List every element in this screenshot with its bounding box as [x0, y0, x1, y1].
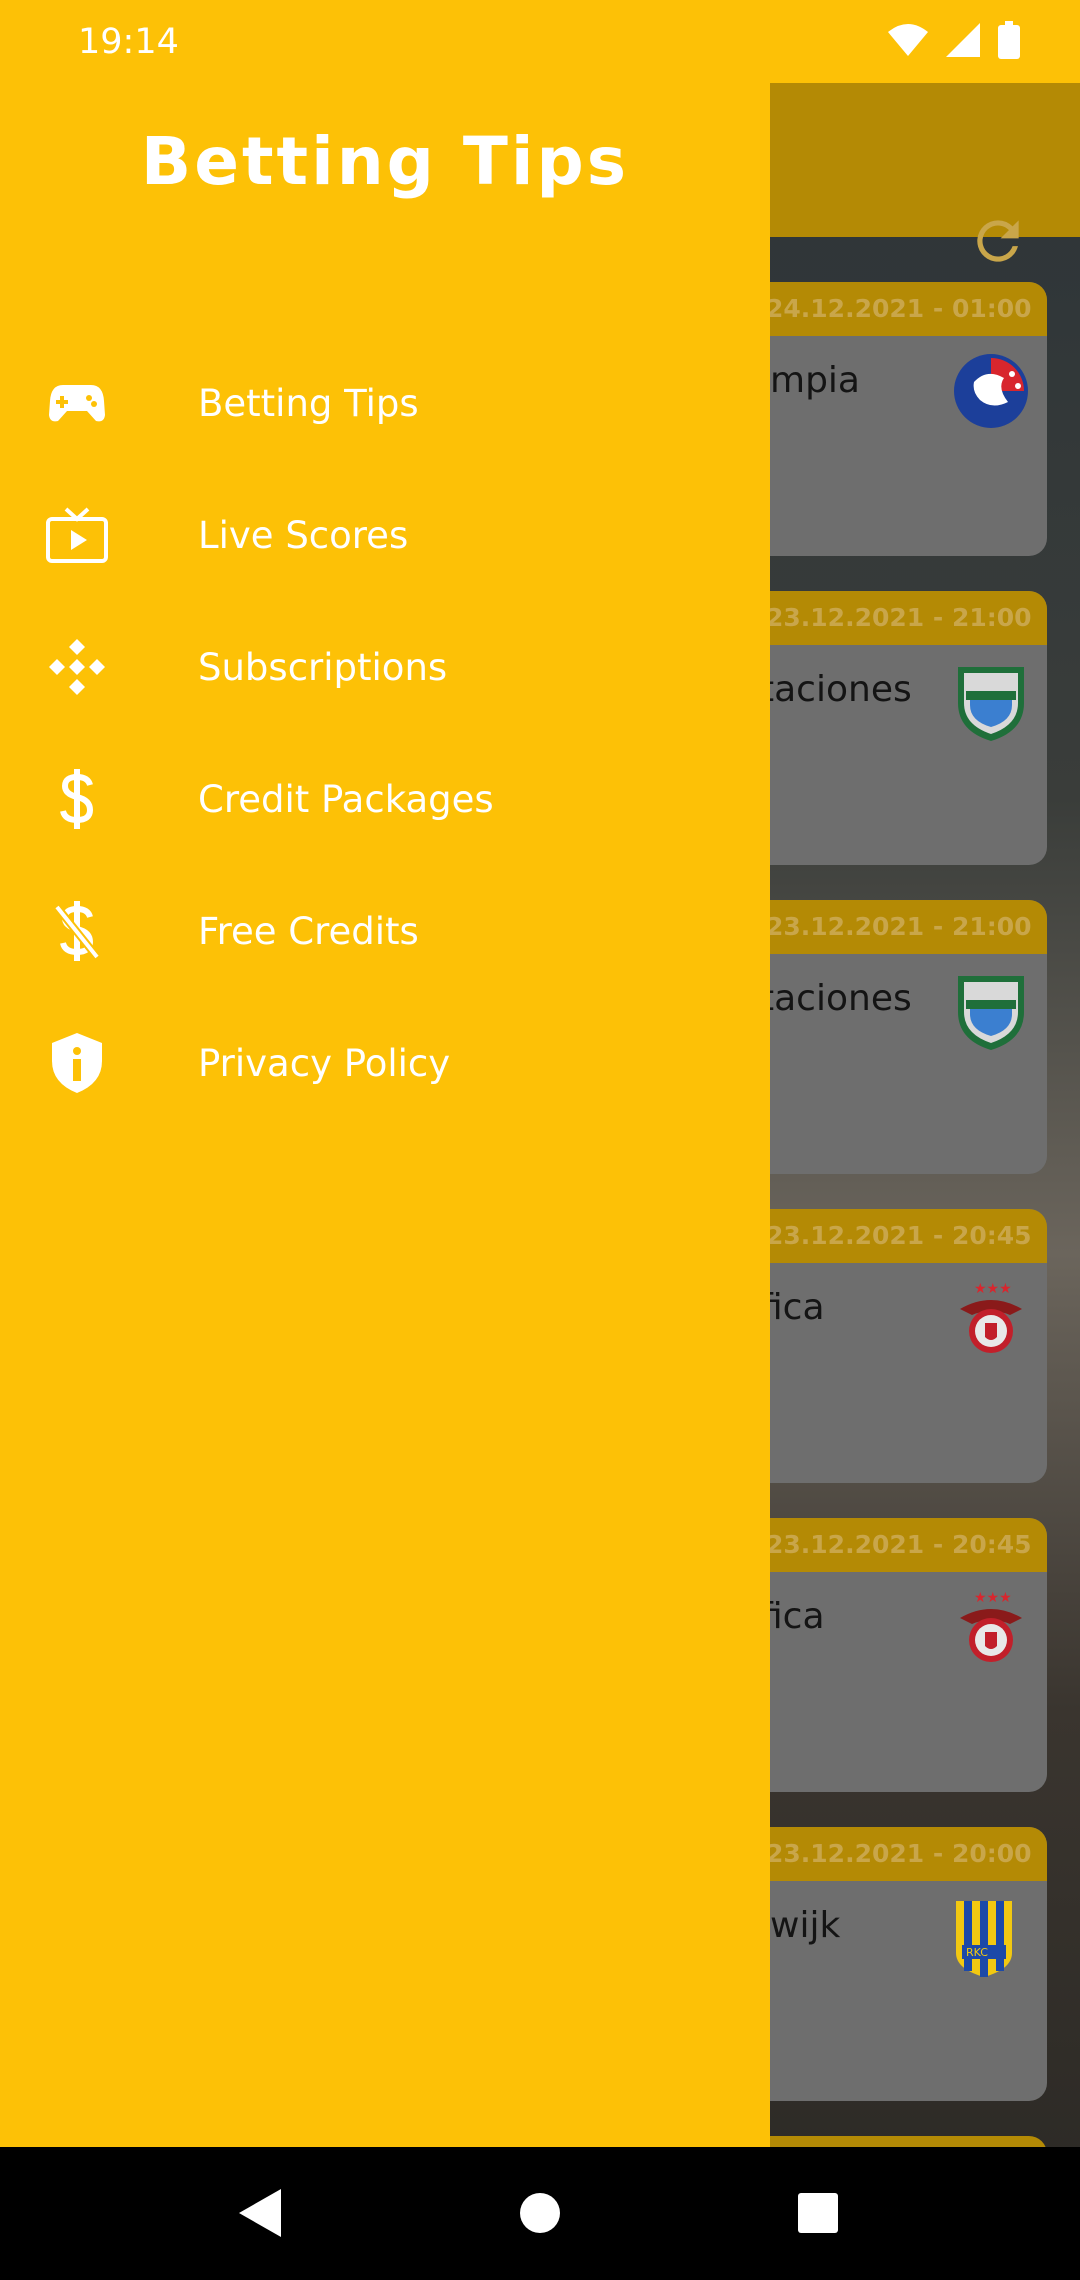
- match-team: taciones: [760, 669, 912, 710]
- club-badge-red-blue: [952, 352, 1030, 434]
- menu-label: Betting Tips: [198, 381, 419, 425]
- status-bar: 19:14: [0, 0, 1080, 83]
- match-team: lwijk: [760, 1905, 841, 1946]
- wifi-icon: [888, 23, 928, 61]
- shield-info-icon: [42, 1028, 112, 1098]
- tv-icon: [42, 500, 112, 570]
- svg-text:★★★: ★★★: [974, 1280, 1012, 1296]
- battery-icon: [998, 20, 1020, 64]
- menu-label: Credit Packages: [198, 777, 494, 821]
- drawer-title: Betting Tips: [140, 123, 630, 200]
- menu-item-credit-packages[interactable]: Credit Packages: [0, 744, 770, 854]
- signal-icon: [946, 22, 980, 62]
- club-badge-eagle: ★★★: [952, 1279, 1030, 1361]
- gamepad-icon: [42, 368, 112, 438]
- club-badge-green-blue: [952, 661, 1030, 743]
- status-icons: [888, 20, 1020, 62]
- screen: 24.12.2021 - 01:00 impia 23.12.2021 - 21…: [0, 0, 1080, 2280]
- recents-icon[interactable]: [782, 2177, 854, 2249]
- menu-label: Live Scores: [198, 513, 409, 557]
- svg-text:RKC: RKC: [966, 1946, 988, 1959]
- club-badge-rkc: RKC: [952, 1897, 1030, 1979]
- menu-item-betting-tips[interactable]: Betting Tips: [0, 348, 770, 458]
- home-icon[interactable]: [504, 2177, 576, 2249]
- status-time: 19:14: [78, 22, 179, 62]
- menu-label: Subscriptions: [198, 645, 448, 689]
- dollar-off-icon: [42, 896, 112, 966]
- menu-label: Free Credits: [198, 909, 419, 953]
- menu-label: Privacy Policy: [198, 1041, 451, 1085]
- system-nav-bar: [0, 2147, 1080, 2280]
- match-team: impia: [760, 360, 860, 401]
- menu-item-live-scores[interactable]: Live Scores: [0, 480, 770, 590]
- svg-text:★★★: ★★★: [974, 1589, 1012, 1605]
- club-badge-eagle: ★★★: [952, 1588, 1030, 1670]
- match-team: taciones: [760, 978, 912, 1019]
- navigation-drawer: Betting Tips Betting Tips Live Scores Su…: [0, 83, 770, 2147]
- dollar-icon: [42, 764, 112, 834]
- club-badge-green-blue: [952, 970, 1030, 1052]
- diamond-dots-icon: [42, 632, 112, 702]
- menu-item-free-credits[interactable]: Free Credits: [0, 876, 770, 986]
- menu-item-privacy-policy[interactable]: Privacy Policy: [0, 1008, 770, 1118]
- refresh-icon[interactable]: [960, 203, 1036, 279]
- menu-item-subscriptions[interactable]: Subscriptions: [0, 612, 770, 722]
- back-icon[interactable]: [224, 2177, 296, 2249]
